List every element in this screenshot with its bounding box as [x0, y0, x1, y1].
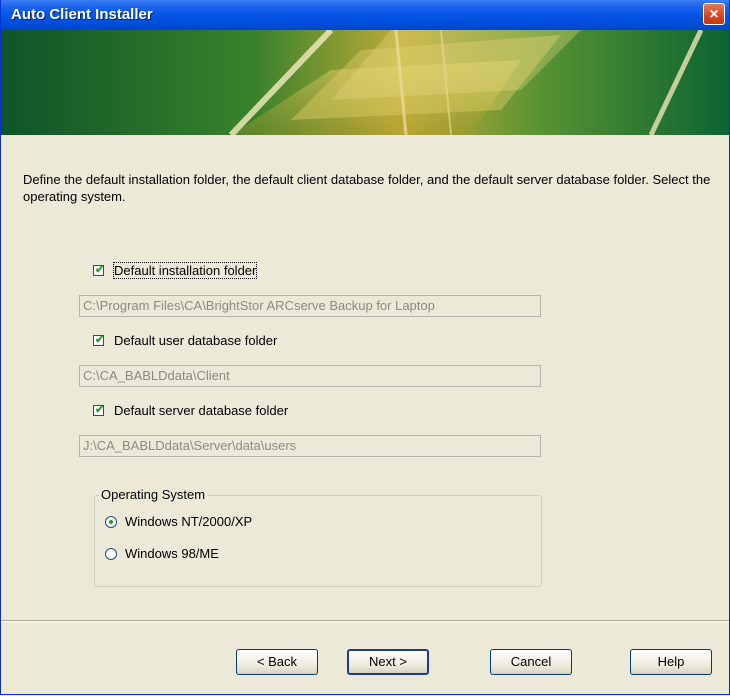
user-db-folder-label: Default user database folder [114, 333, 278, 348]
checkbox-box[interactable]: ✔ [93, 404, 105, 416]
radio-selected-dot [109, 519, 113, 524]
footer-separator [1, 620, 729, 622]
server-db-folder-field[interactable]: J:\CA_BABLDdata\Server\data\users [79, 435, 541, 457]
header-banner-image [1, 30, 729, 135]
install-folder-checkbox[interactable]: ✔ Default installation folder [93, 262, 258, 279]
close-button[interactable]: × [703, 3, 725, 25]
install-folder-label: Default installation folder [112, 262, 258, 279]
check-icon: ✔ [95, 334, 105, 346]
operating-system-group-label: Operating System [99, 487, 208, 502]
install-folder-field[interactable]: C:\Program Files\CA\BrightStor ARCserve … [79, 295, 541, 317]
close-icon: × [709, 6, 719, 23]
server-db-folder-label: Default server database folder [114, 403, 289, 418]
title-bar[interactable]: Auto Client Installer × [1, 0, 729, 30]
next-button[interactable]: Next > [347, 649, 429, 675]
checkbox-box[interactable]: ✔ [93, 334, 105, 346]
operating-system-group: Operating System Windows NT/2000/XP Wind… [94, 487, 542, 587]
cancel-button[interactable]: Cancel [490, 649, 572, 675]
user-db-folder-checkbox[interactable]: ✔ Default user database folder [93, 333, 277, 348]
server-db-folder-checkbox[interactable]: ✔ Default server database folder [93, 403, 288, 418]
help-button[interactable]: Help [630, 649, 712, 675]
dialog-window: Auto Client Installer × Define the defau… [0, 0, 730, 695]
back-button[interactable]: < Back [236, 649, 318, 675]
instructions-text: Define the default installation folder, … [23, 172, 711, 204]
window-title: Auto Client Installer [11, 6, 153, 23]
radio-windows-nt-label: Windows NT/2000/XP [125, 514, 253, 529]
checkbox-box[interactable]: ✔ [93, 264, 105, 276]
check-icon: ✔ [95, 264, 105, 276]
radio-windows-98-label: Windows 98/ME [125, 546, 219, 561]
check-icon: ✔ [95, 404, 105, 416]
radio-button[interactable] [105, 515, 117, 528]
user-db-folder-field[interactable]: C:\CA_BABLDdata\Client [79, 365, 541, 387]
radio-windows-98[interactable]: Windows 98/ME [105, 546, 219, 561]
radio-button[interactable] [105, 547, 117, 560]
radio-windows-nt[interactable]: Windows NT/2000/XP [105, 514, 252, 529]
